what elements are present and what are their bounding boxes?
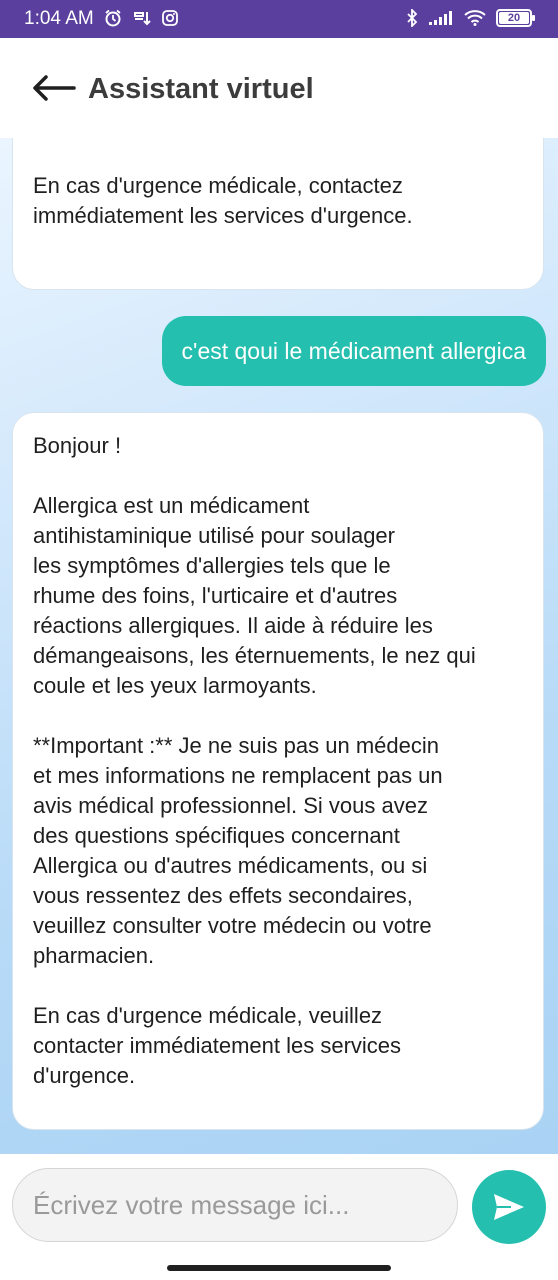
status-bar: 1:04 AM 20 [0,0,558,38]
send-icon [494,1194,524,1220]
battery-level: 20 [499,12,529,24]
home-indicator[interactable] [167,1265,391,1271]
arrow-left-icon [33,75,76,101]
page-title: Assistant virtuel [88,73,314,105]
send-button[interactable] [472,1170,546,1244]
status-time: 1:04 AM [24,8,94,29]
battery-icon: 20 [496,9,535,27]
bot-message: Bonjour ! Allergica est un médicament an… [12,412,544,1130]
bot-message: pharmacien. En cas d'urgence médicale, c… [12,138,544,290]
composer-bar [0,1154,558,1280]
app-bar: Assistant virtuel [0,38,558,138]
signal-icon [429,11,452,25]
data-transfer-icon [134,12,151,26]
back-button[interactable] [32,72,76,104]
wifi-icon [464,10,486,26]
message-input[interactable] [12,1168,458,1242]
alarm-icon [105,9,121,27]
chat-messages[interactable]: pharmacien. En cas d'urgence médicale, c… [0,138,558,1154]
user-message: c'est qoui le médicament allergica [161,316,546,386]
instagram-icon [162,10,178,26]
bluetooth-icon [407,9,418,27]
